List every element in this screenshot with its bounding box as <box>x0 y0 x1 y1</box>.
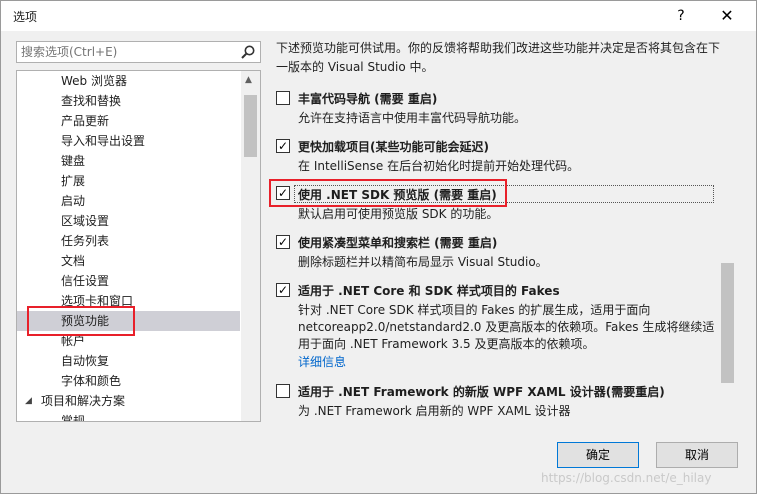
tree-item-documents[interactable]: 文档 <box>17 251 240 271</box>
option-desc: 针对 .NET Core SDK 样式项目的 Fakes 的扩展生成，适用于面向… <box>298 303 715 351</box>
title-bar: 选项 ? ✕ <box>1 1 756 31</box>
option-title: 适用于 .NET Framework 的新版 WPF XAML 设计器(需要重启… <box>298 385 665 399</box>
option-desc: 为 .NET Framework 启用新的 WPF XAML 设计器 <box>298 404 571 418</box>
help-button[interactable]: ? <box>666 4 696 28</box>
tree-item-keyboard[interactable]: 键盘 <box>17 151 240 171</box>
tree-item-label: 项目和解决方案 <box>41 394 126 408</box>
option-title: 适用于 .NET Core 和 SDK 样式项目的 Fakes <box>298 284 560 298</box>
option-checkbox-rich-code-nav[interactable] <box>276 91 290 105</box>
tree-item-web-browser[interactable]: Web 浏览器 <box>17 71 240 91</box>
tree-item-general[interactable]: 常规 <box>17 411 240 422</box>
tree-item-label: 任务列表 <box>61 234 110 248</box>
main-scrollbar[interactable] <box>718 263 734 423</box>
tree-item-product-updates[interactable]: 产品更新 <box>17 111 240 131</box>
highlight-box-tree <box>27 306 135 336</box>
options-dialog: 选项 ? ✕ Web 浏览器 查找和替换 产品更新 导入和导出设置 键盘 扩展 … <box>0 0 757 494</box>
watermark: https://blog.csdn.net/e_hilay <box>541 471 712 485</box>
cancel-button[interactable]: 取消 <box>656 442 738 468</box>
tree-item-startup[interactable]: 启动 <box>17 191 240 211</box>
tree-item-label: 自动恢复 <box>61 354 110 368</box>
scroll-thumb[interactable] <box>721 263 734 383</box>
tree-item-label: 常规 <box>61 414 86 422</box>
search-icon[interactable] <box>240 44 256 60</box>
tree-item-label: 帐户 <box>61 334 86 348</box>
highlight-box-option <box>269 179 507 207</box>
option-title: 丰富代码导航 (需要 重启) <box>298 92 438 106</box>
ok-button[interactable]: 确定 <box>557 442 639 468</box>
tree-item-label: 字体和颜色 <box>61 374 122 388</box>
tree-item-label: 启动 <box>61 194 86 208</box>
scroll-up-icon[interactable]: ▲ <box>245 75 252 85</box>
search-input[interactable] <box>17 42 232 62</box>
tree-item-find-replace[interactable]: 查找和替换 <box>17 91 240 111</box>
expander-icon[interactable]: ◢ <box>25 391 32 411</box>
option-checkbox-fakes[interactable]: ✓ <box>276 283 290 297</box>
tree-item-label: 键盘 <box>61 154 86 168</box>
window-title: 选项 <box>13 10 38 24</box>
scroll-thumb[interactable] <box>244 95 257 157</box>
tree-item-label: Web 浏览器 <box>61 74 127 88</box>
tree-item-locale[interactable]: 区域设置 <box>17 211 240 231</box>
option-desc: 允许在支持语言中使用丰富代码导航功能。 <box>298 111 527 125</box>
tree-scrollbar[interactable]: ▲ <box>241 71 260 421</box>
option-desc: 在 IntelliSense 在后台初始化时提前开始处理代码。 <box>298 159 580 173</box>
tree-item-import-export[interactable]: 导入和导出设置 <box>17 131 240 151</box>
option-title: 更快加载项目(某些功能可能会延迟) <box>298 140 489 154</box>
tree-item-label: 文档 <box>61 254 86 268</box>
tree-item-projects-solutions[interactable]: ◢ 项目和解决方案 <box>17 391 240 411</box>
tree-item-extensions[interactable]: 扩展 <box>17 171 240 191</box>
tree-item-label: 区域设置 <box>61 214 110 228</box>
tree-item-fonts-colors[interactable]: 字体和颜色 <box>17 371 240 391</box>
option-checkbox-compact-menu[interactable]: ✓ <box>276 235 290 249</box>
tree-item-autorecover[interactable]: 自动恢复 <box>17 351 240 371</box>
option-title: 使用紧凑型菜单和搜索栏 (需要 重启) <box>298 236 498 250</box>
more-info-link[interactable]: 详细信息 <box>298 354 346 371</box>
tree-item-label: 扩展 <box>61 174 86 188</box>
tree-item-trust-settings[interactable]: 信任设置 <box>17 271 240 291</box>
option-desc: 删除标题栏并以精简布局显示 Visual Studio。 <box>298 255 548 269</box>
option-checkbox-faster-load[interactable]: ✓ <box>276 139 290 153</box>
tree-item-label: 产品更新 <box>61 114 110 128</box>
option-checkbox-wpf-xaml[interactable] <box>276 384 290 398</box>
tree-item-label: 信任设置 <box>61 274 110 288</box>
tree-item-label: 查找和替换 <box>61 94 122 108</box>
close-button[interactable]: ✕ <box>712 4 742 28</box>
option-desc: 默认启用可使用预览版 SDK 的功能。 <box>298 207 499 221</box>
preview-description: 下述预览功能可供试用。你的反馈将帮助我们改进这些功能并决定是否将其包含在下一版本… <box>276 41 721 74</box>
tree-item-label: 导入和导出设置 <box>61 134 146 148</box>
search-box[interactable] <box>16 41 261 63</box>
options-tree[interactable]: Web 浏览器 查找和替换 产品更新 导入和导出设置 键盘 扩展 启动 区域设置… <box>16 70 261 422</box>
tree-item-task-list[interactable]: 任务列表 <box>17 231 240 251</box>
